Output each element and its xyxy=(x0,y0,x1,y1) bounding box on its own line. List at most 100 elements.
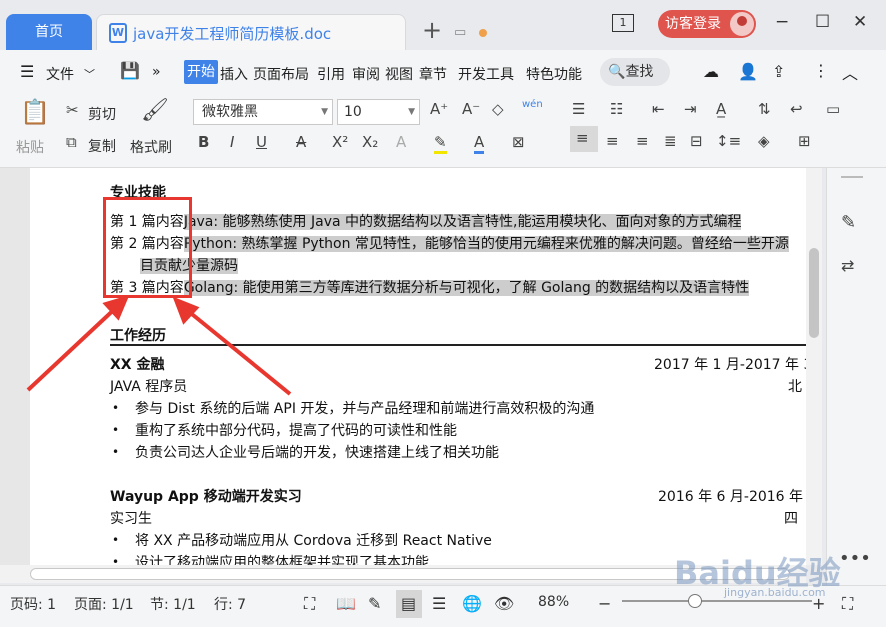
scroll-thumb[interactable] xyxy=(809,248,819,338)
subscript-icon[interactable]: X₂ xyxy=(362,133,378,151)
tab-developer[interactable]: 开发工具 xyxy=(458,64,514,84)
chevron-down-icon[interactable]: ﹀ xyxy=(84,66,95,82)
cut-button[interactable]: 剪切 xyxy=(88,104,116,124)
tab-features[interactable]: 特色功能 xyxy=(526,64,582,84)
superscript-icon[interactable]: X² xyxy=(332,133,348,151)
write-mode-icon[interactable]: ✎ xyxy=(368,594,381,613)
bullet-list-icon[interactable]: ☰ xyxy=(572,100,585,118)
italic-icon[interactable]: I xyxy=(230,133,234,151)
annotation-arrow-left xyxy=(26,302,122,392)
share-user-icon[interactable]: 👤 xyxy=(738,62,758,81)
edit-pen-icon[interactable]: ✎ xyxy=(841,212,856,233)
translate-icon[interactable]: ⇄ xyxy=(841,256,854,275)
tab-document[interactable]: W java开发工程师简历模板.doc ▭ xyxy=(96,14,487,50)
increase-indent-icon[interactable]: ⇥ xyxy=(684,100,697,118)
decrease-indent-icon[interactable]: ⇤ xyxy=(652,100,665,118)
font-color-icon[interactable]: A xyxy=(474,133,485,154)
strikethrough-icon[interactable]: A xyxy=(296,133,306,151)
zoom-slider-thumb[interactable] xyxy=(688,594,702,608)
monitor-icon[interactable]: ▭ xyxy=(454,25,466,40)
highlight-icon[interactable]: ✎ xyxy=(434,133,447,154)
job-role: 实习生 xyxy=(110,511,152,527)
sort-icon[interactable]: ⇅ xyxy=(758,100,771,118)
paste-button[interactable]: 粘贴 xyxy=(16,137,44,157)
distribute-icon[interactable]: ⊟ xyxy=(690,132,703,150)
guest-login-button[interactable]: 访客登录 xyxy=(658,10,756,38)
copy-button[interactable]: 复制 xyxy=(88,136,116,156)
cloud-icon[interactable]: ☁ xyxy=(703,62,719,81)
zoom-slider[interactable] xyxy=(622,600,812,602)
skill-line[interactable]: 第 1 篇内容Java: 能够熟练使用 Java 中的数据结构以及语言特性,能运… xyxy=(110,211,742,231)
chinese-layout-icon[interactable]: A̲ xyxy=(716,100,726,118)
tab-review[interactable]: 审阅 xyxy=(352,64,380,84)
tab-view[interactable]: 视图 xyxy=(385,64,413,84)
job-location: 北 xyxy=(788,379,802,395)
reading-mode-icon[interactable]: 📖 xyxy=(336,594,356,613)
collapse-ribbon-icon[interactable]: ︿ xyxy=(842,60,858,84)
minimize-button[interactable]: − xyxy=(775,12,789,32)
shrink-font-icon[interactable]: A⁻ xyxy=(462,100,480,118)
new-tab-button[interactable]: + xyxy=(422,16,442,44)
skill-line[interactable]: 第 2 篇内容Python: 熟练掌握 Python 常见特性，能够恰当的使用元… xyxy=(110,233,789,253)
zoom-out-button[interactable]: − xyxy=(598,594,611,613)
close-button[interactable]: ✕ xyxy=(853,12,867,32)
shading-icon[interactable]: ◈ xyxy=(758,132,770,150)
align-right-icon[interactable]: ≡ xyxy=(636,132,649,150)
ruler-icon[interactable]: ▭ xyxy=(826,100,840,118)
skill-text: Python: 熟练掌握 Python 常见特性，能够恰当的使用元编程来优雅的解… xyxy=(183,236,789,252)
maximize-button[interactable]: ☐ xyxy=(815,12,830,32)
tab-layout[interactable]: 页面布局 xyxy=(253,64,309,84)
menu-icon[interactable]: ☰ xyxy=(20,62,34,81)
copy-icon[interactable]: ⧉ xyxy=(66,133,77,151)
bold-icon[interactable]: B xyxy=(198,133,209,151)
job-location: 四 xyxy=(784,511,798,527)
format-painter-icon[interactable]: 🖌 xyxy=(141,98,169,123)
tab-start[interactable]: 开始 xyxy=(184,60,218,84)
tab-chapter[interactable]: 章节 xyxy=(419,64,447,84)
phonetic-guide-icon[interactable]: wén xyxy=(522,99,543,110)
watermark-url: jingyan.baidu.com xyxy=(724,586,826,599)
tab-reference[interactable]: 引用 xyxy=(317,64,345,84)
annotation-arrow-right xyxy=(180,304,292,396)
format-painter-button[interactable]: 格式刷 xyxy=(130,137,172,157)
web-view-icon[interactable]: 🌐 xyxy=(462,594,482,613)
cut-icon[interactable]: ✂ xyxy=(66,101,79,119)
align-left-icon[interactable]: ≡ xyxy=(570,126,598,152)
window-count-badge[interactable]: 1 xyxy=(612,14,634,32)
tab-insert[interactable]: 插入 xyxy=(220,64,248,84)
justify-icon[interactable]: ≣ xyxy=(664,132,677,150)
right-side-panel: ✎ ⇄ ••• xyxy=(826,168,886,588)
font-family-select[interactable]: 微软雅黑 ▼ xyxy=(193,99,333,125)
zoom-level[interactable]: 88% xyxy=(538,594,569,610)
fit-window-icon[interactable]: ⛶ xyxy=(842,594,853,614)
search-button[interactable]: 🔍查找 xyxy=(600,58,670,86)
job-bullet: 参与 Dist 系统的后端 API 开发，并与产品经理和前端进行高效积极的沟通 xyxy=(135,401,595,417)
tab-home[interactable]: 首页 xyxy=(6,14,92,50)
more-vertical-icon[interactable]: ⋮ xyxy=(813,61,829,80)
vertical-scrollbar[interactable] xyxy=(806,168,822,565)
grow-font-icon[interactable]: A⁺ xyxy=(430,100,448,118)
job-bullet: 负责公司达人企业号后端的开发，快速搭建上线了相关功能 xyxy=(135,445,499,461)
text-effect-icon[interactable]: A xyxy=(396,133,406,151)
skill-text: Java: 能够熟练使用 Java 中的数据结构以及语言特性,能运用模块化、面向… xyxy=(183,214,742,230)
borders-icon[interactable]: ⊞ xyxy=(798,132,811,150)
fullscreen-icon[interactable]: ⛶ xyxy=(304,594,315,614)
file-menu[interactable]: 文件 xyxy=(46,64,74,84)
paste-icon[interactable]: 📋 xyxy=(20,98,50,126)
font-size-select[interactable]: 10 ▼ xyxy=(337,99,420,125)
page-view-icon[interactable]: ▤ xyxy=(396,590,422,618)
line-spacing-icon[interactable]: ↕≡ xyxy=(716,132,741,150)
more-options-icon[interactable]: ••• xyxy=(839,548,871,569)
export-icon[interactable]: ⇪ xyxy=(772,62,785,81)
numbered-list-icon[interactable]: ☷ xyxy=(610,100,623,118)
underline-icon[interactable]: U xyxy=(256,133,267,151)
show-marks-icon[interactable]: ↩ xyxy=(790,100,803,118)
char-border-icon[interactable]: ⊠ xyxy=(512,133,525,151)
more-icon[interactable]: » xyxy=(152,64,161,80)
align-center-icon[interactable]: ≡ xyxy=(606,132,619,150)
eye-protection-icon[interactable]: 👁 xyxy=(494,594,514,613)
panel-handle xyxy=(841,176,863,178)
outline-view-icon[interactable]: ☰ xyxy=(432,594,446,613)
clear-format-icon[interactable]: ◇ xyxy=(492,100,504,118)
save-icon[interactable]: 💾 xyxy=(120,61,140,80)
